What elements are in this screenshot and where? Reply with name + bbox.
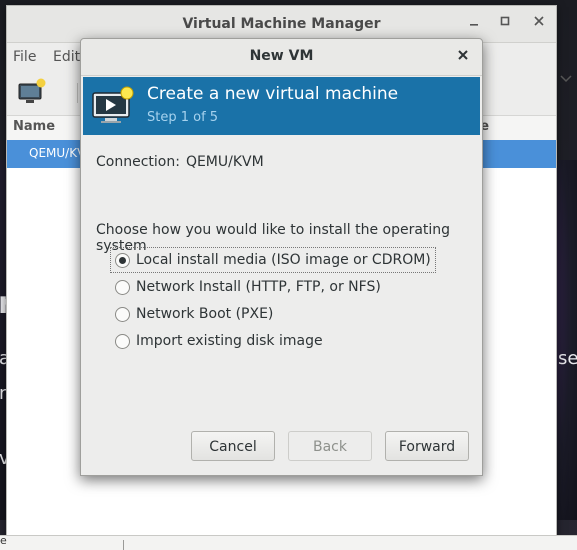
minimize-icon[interactable] [465,14,483,32]
wizard-banner: Create a new virtual machine Step 1 of 5 [83,77,480,135]
toolbar-separator [77,83,78,103]
radio-label: Import existing disk image [136,333,323,349]
menu-edit[interactable]: Edit [53,49,80,65]
radio-indicator[interactable] [115,306,130,322]
offscreen-toolbar-fragment [556,68,577,90]
taskbar: e [0,534,577,550]
wizard-title: Create a new virtual machine [147,84,399,104]
back-button[interactable]: Back [288,431,372,461]
connection-value: QEMU/KVM [185,154,264,170]
wizard-step: Step 1 of 5 [147,110,219,125]
radio-network-install[interactable]: Network Install (HTTP, FTP, or NFS) [111,275,381,299]
radio-label: Network Install (HTTP, FTP, or NFS) [136,279,381,295]
new-vm-icon [18,78,46,103]
new-vm-monitor-icon [92,86,134,123]
taskbar-fragment: e [0,534,7,547]
dialog-title: New VM [249,48,314,64]
connection-row-label: QEMU/KV [29,146,86,160]
menu-file[interactable]: File [13,49,36,65]
connection-label: Connection: [96,154,180,170]
radio-network-boot[interactable]: Network Boot (PXE) [111,302,273,326]
radio-indicator-selected[interactable] [115,252,130,268]
cancel-button[interactable]: Cancel [191,431,275,461]
radio-indicator[interactable] [115,333,130,349]
forward-button[interactable]: Forward [385,431,469,461]
background-text-fragment: se [558,348,577,369]
close-icon[interactable] [530,14,548,32]
radio-local-install-media[interactable]: Local install media (ISO image or CDROM) [110,247,436,273]
connection-info: Connection: QEMU/KVM [96,154,264,170]
dialog-titlebar: New VM [81,39,482,76]
column-name-header[interactable]: Name [13,119,55,134]
radio-import-disk-image[interactable]: Import existing disk image [111,329,323,353]
radio-label: Network Boot (PXE) [136,306,274,322]
maximize-icon[interactable] [496,14,514,32]
radio-label: Local install media (ISO image or CDROM) [136,252,431,268]
new-vm-toolbar-button[interactable] [13,76,49,108]
new-vm-dialog: New VM Create a new virtual machine Step… [80,38,483,476]
dialog-close-icon[interactable] [454,47,472,65]
radio-indicator[interactable] [115,279,130,295]
